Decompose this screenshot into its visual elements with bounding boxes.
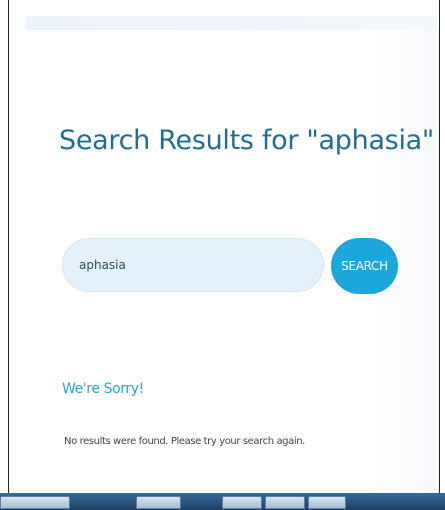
- search-input[interactable]: [62, 238, 324, 292]
- frame-border-right: [439, 0, 440, 498]
- frame-border-left: [8, 0, 9, 498]
- browser-frame: Search Results for "aphasia" SEARCH We'r…: [0, 0, 445, 510]
- no-results-heading: We're Sorry!: [62, 381, 144, 397]
- taskbar-button[interactable]: [265, 496, 305, 509]
- page-title: Search Results for "aphasia": [59, 125, 435, 156]
- taskbar-button[interactable]: [308, 496, 346, 509]
- top-strip: [26, 16, 438, 30]
- taskbar-button[interactable]: [222, 496, 262, 509]
- taskbar-button[interactable]: [136, 496, 181, 509]
- no-results-message: No results were found. Please try your s…: [64, 436, 305, 447]
- search-button[interactable]: SEARCH: [331, 238, 398, 294]
- taskbar-start-area[interactable]: [0, 496, 70, 509]
